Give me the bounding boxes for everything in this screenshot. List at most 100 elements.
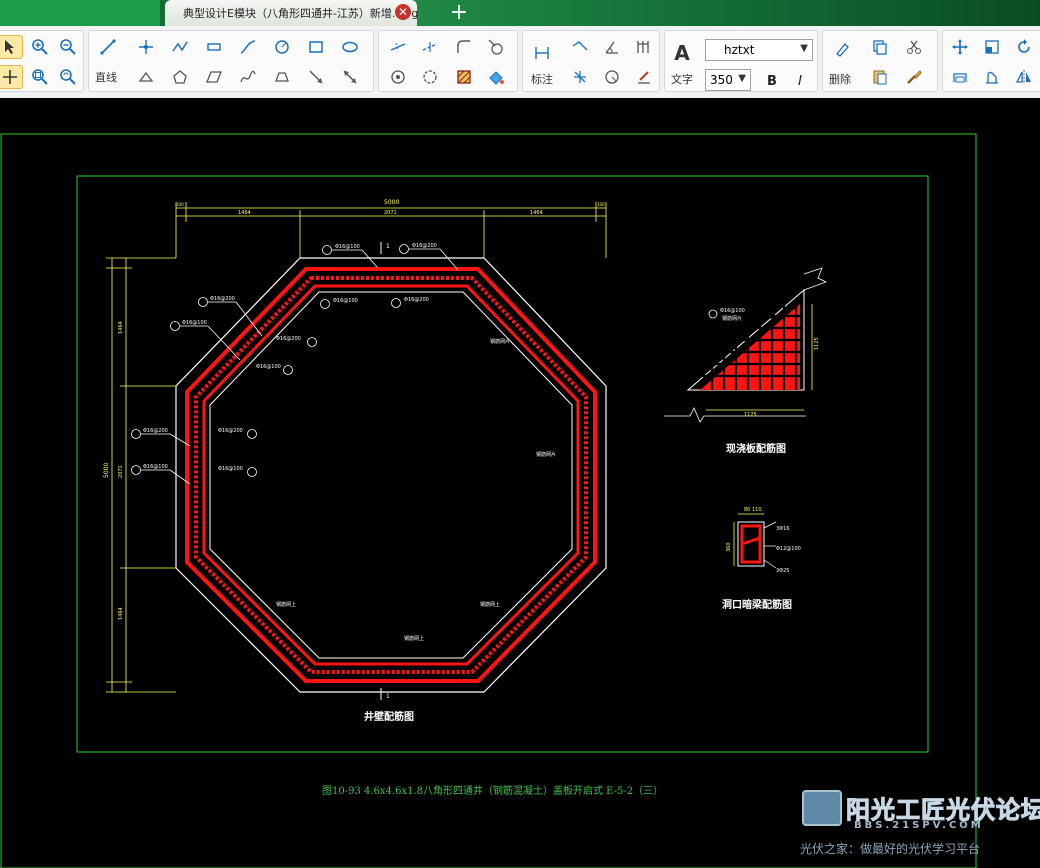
close-tab-icon[interactable]: ✕	[395, 4, 411, 20]
modify-group	[378, 30, 518, 92]
rotate-icon[interactable]	[417, 65, 443, 89]
cad-drawing[interactable]: 5000 1464 2071 1464 100 100 5000 2071 14…	[0, 98, 1040, 868]
fill-icon[interactable]	[483, 65, 509, 89]
eraser-icon[interactable]	[829, 37, 855, 61]
delete-label: 删除	[829, 73, 851, 86]
hatch-icon[interactable]	[451, 65, 477, 89]
cut-icon[interactable]	[901, 35, 927, 59]
sheet-title: 图10-93 4.6x4.6x1.8八角形四通井（钢筋混凝土）盖板开启式 E-5…	[322, 784, 663, 797]
aligned-dimension-icon[interactable]	[567, 35, 593, 59]
rebar-label-1: Φ16@100	[335, 244, 360, 250]
copy-icon[interactable]	[867, 35, 893, 59]
dimension-icon[interactable]	[529, 41, 555, 65]
slab-mesh-note: 钢筋网片	[722, 315, 742, 322]
rotate-arrow-icon[interactable]	[1011, 35, 1037, 59]
array-icon[interactable]	[979, 65, 1005, 89]
parallelogram-icon[interactable]	[201, 65, 227, 89]
text-label: 文字	[671, 73, 693, 86]
title-bar-app-area	[0, 0, 160, 26]
dimension-label: 标注	[531, 73, 553, 86]
ray-icon[interactable]	[303, 65, 329, 89]
circle-icon[interactable]	[269, 35, 295, 59]
rebar-label-4: Φ16@200	[404, 297, 429, 303]
line-icon[interactable]	[95, 35, 121, 59]
zoom-extents-icon[interactable]	[55, 65, 81, 89]
radius-dimension-icon[interactable]	[599, 65, 625, 89]
dim-edge-top-right: 100	[597, 202, 605, 207]
dim-right-top: 1464	[530, 210, 543, 216]
rebar-label-12: Φ16@100	[218, 466, 243, 472]
angular-dimension-icon[interactable]	[599, 35, 625, 59]
point-icon[interactable]	[133, 35, 159, 59]
italic-button[interactable]: I	[787, 69, 813, 93]
octagon-wall-plan	[175, 257, 607, 693]
rebar-label-10: Φ16@100	[143, 464, 168, 470]
dim-mid-left: 2071	[118, 465, 124, 478]
rebar-label-7: Φ16@200	[276, 336, 301, 342]
slab-dim-horizontal: 1125	[744, 412, 757, 418]
trim-icon[interactable]	[385, 35, 411, 59]
forum-logo-icon	[802, 790, 842, 826]
mirror-icon[interactable]	[1011, 65, 1037, 89]
dim-left-top: 1464	[238, 210, 251, 216]
triangle-icon[interactable]	[133, 65, 159, 89]
polygon-icon[interactable]	[167, 65, 193, 89]
new-tab-button[interactable]: +	[442, 2, 476, 24]
font-select-value: hztxt	[724, 43, 755, 57]
note-mesh-lower-right: 钢筋网上	[480, 601, 500, 608]
forum-site: BBS.21SPV.COM	[854, 820, 984, 831]
note-mesh-bottom: 钢筋网上	[404, 635, 424, 642]
freehand-icon[interactable]	[235, 65, 261, 89]
paste-icon[interactable]	[867, 65, 893, 89]
chevron-down-icon: ▼	[800, 43, 808, 54]
font-size-select[interactable]: 350 ▼	[705, 69, 751, 91]
match-properties-icon[interactable]	[901, 65, 927, 89]
polyline-icon[interactable]	[167, 35, 193, 59]
beam-note-stirrup: Φ12@100	[776, 546, 801, 552]
dim-total-left: 5000	[103, 463, 110, 478]
multiline-icon[interactable]	[201, 35, 227, 59]
zoom-in-icon[interactable]	[27, 35, 53, 59]
rebar-label-11: Φ16@200	[218, 428, 243, 434]
font-select[interactable]: hztxt ▼	[705, 39, 813, 61]
bold-button[interactable]: B	[759, 69, 785, 93]
beam-reinforcement-detail	[733, 513, 777, 569]
document-tab-title: 典型设计E模块（八角形四通井-江苏）新增.dwg	[183, 7, 419, 20]
beam-dim-top-b: 110	[752, 507, 762, 513]
baseline-dimension-icon[interactable]	[631, 35, 657, 59]
select-pointer-button[interactable]	[0, 35, 23, 59]
construction-line-icon[interactable]	[337, 65, 363, 89]
zoom-window-icon[interactable]	[27, 65, 53, 89]
spline-icon[interactable]	[235, 35, 261, 59]
top-dimensions	[106, 202, 607, 693]
text-icon[interactable]: A	[669, 41, 695, 65]
dim-edge-top-left: 100	[176, 202, 184, 207]
offset-icon[interactable]	[385, 65, 411, 89]
dimension-style-icon[interactable]	[631, 65, 657, 89]
trapezoid-icon[interactable]	[269, 65, 295, 89]
zoom-out-icon[interactable]	[55, 35, 81, 59]
section-mark-top: 1	[386, 243, 390, 250]
move-icon[interactable]	[947, 35, 973, 59]
slab-dim-vertical: 1125	[814, 337, 820, 350]
ordinate-dimension-icon[interactable]	[567, 65, 593, 89]
scale-icon[interactable]	[979, 35, 1005, 59]
octagon-rebar-ties	[194, 276, 588, 674]
beam-dim-side: 360	[726, 542, 732, 552]
note-mesh-right: 钢筋网片	[536, 451, 556, 458]
rectangle-icon[interactable]	[303, 35, 329, 59]
drawing-canvas[interactable]: 5000 1464 2071 1464 100 100 5000 2071 14…	[0, 98, 1040, 868]
slab-reinforcement-detail	[664, 267, 828, 423]
dim-upper-left: 1464	[118, 321, 124, 334]
title-bar: 典型设计E模块（八角形四通井-江苏）新增.dwg ✕ +	[0, 0, 1040, 26]
fillet-icon[interactable]	[451, 35, 477, 59]
extend-icon[interactable]	[417, 35, 443, 59]
edit-group: 删除	[822, 30, 938, 92]
stretch-icon[interactable]	[947, 65, 973, 89]
ellipse-icon[interactable]	[337, 35, 363, 59]
octagon-outer-wall	[175, 257, 607, 693]
document-tab[interactable]: 典型设计E模块（八角形四通井-江苏）新增.dwg ✕	[165, 0, 419, 26]
rebar-label-2: Φ16@200	[412, 243, 437, 249]
pan-button[interactable]	[0, 65, 23, 89]
break-icon[interactable]	[483, 35, 509, 59]
